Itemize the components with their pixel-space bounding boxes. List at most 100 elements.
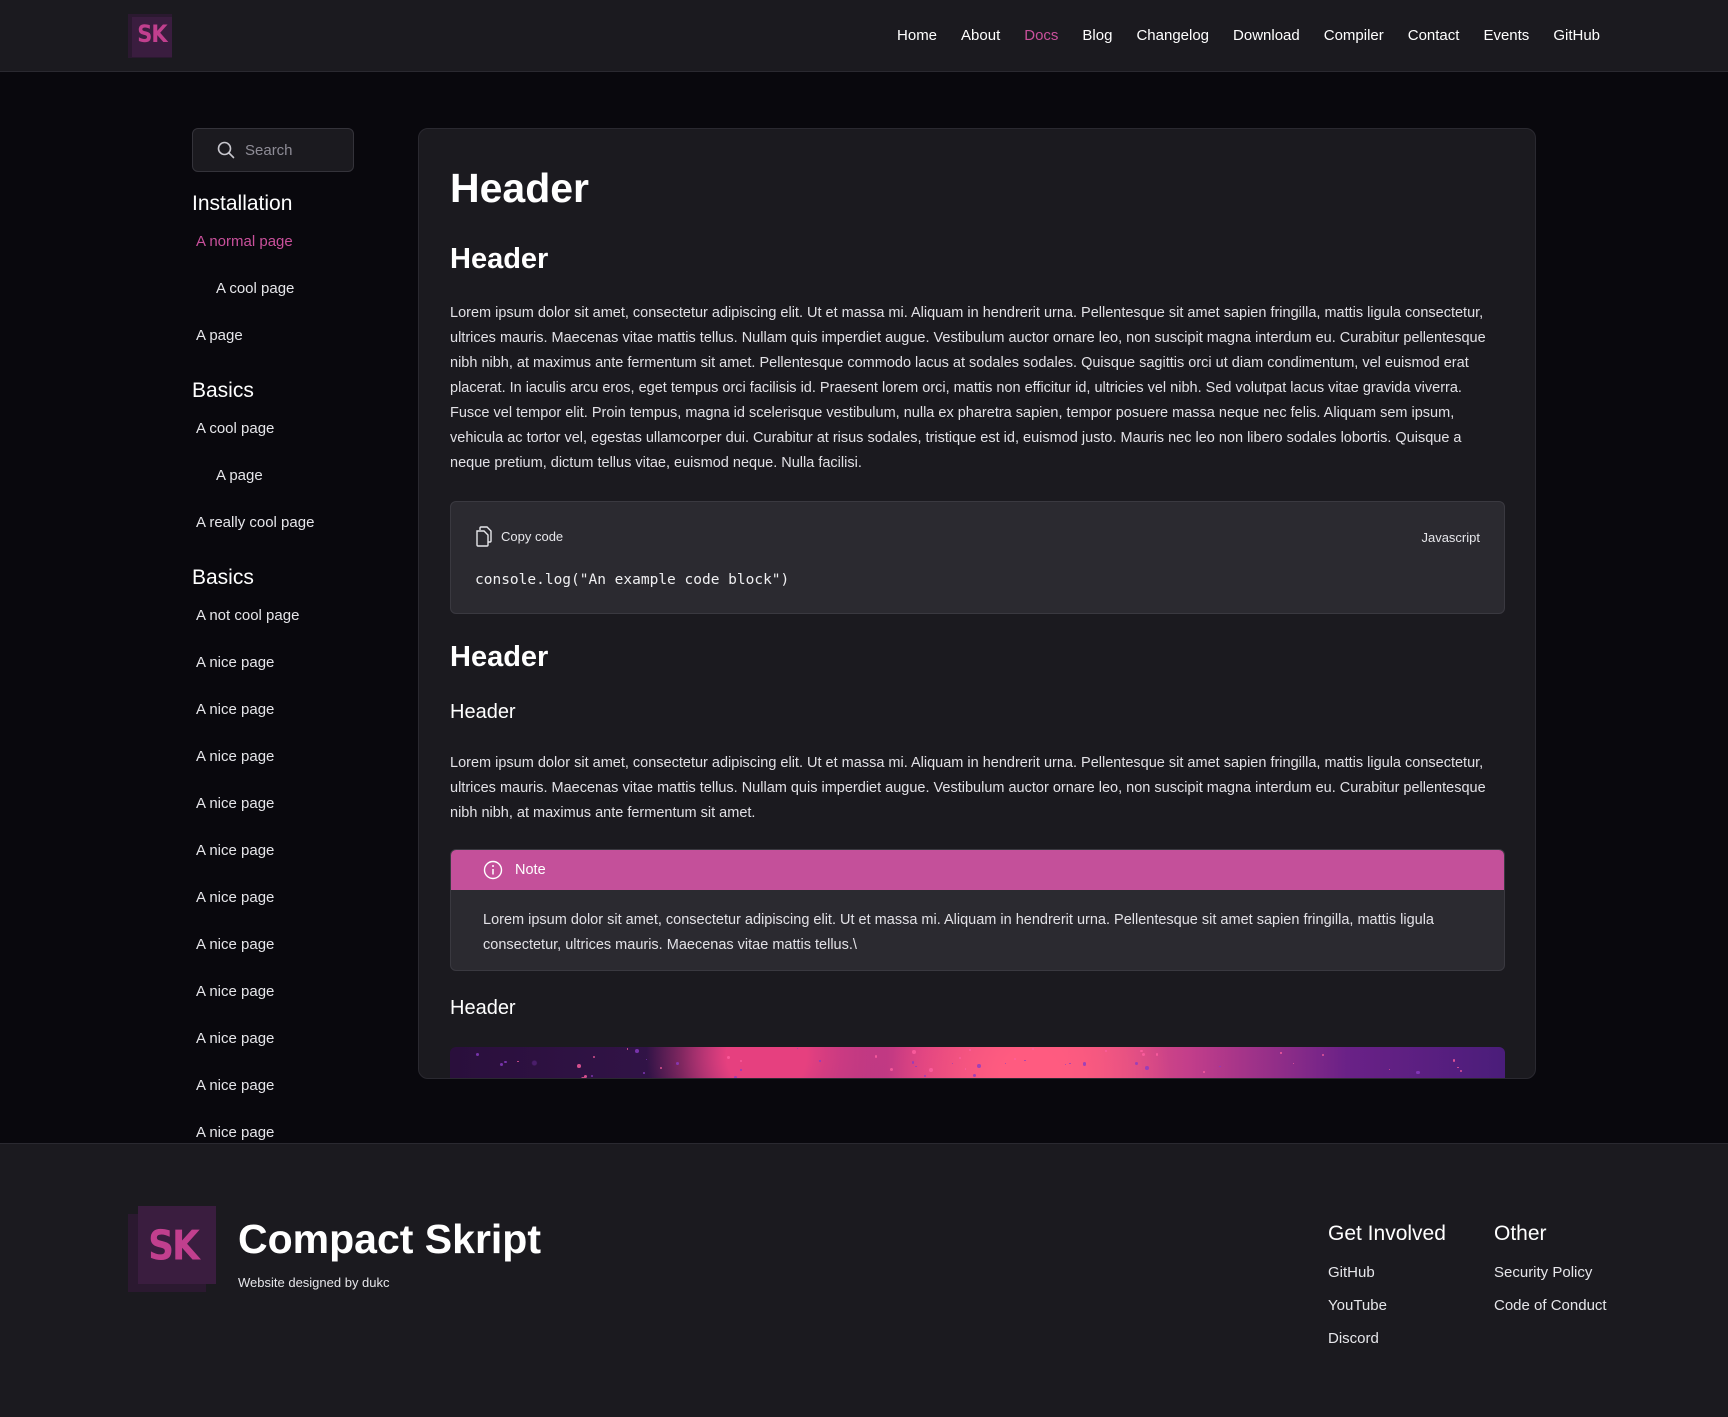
docs-sidebar: Search Installation A normal page A cool p… — [192, 128, 354, 1156]
banner-speck — [1083, 1062, 1087, 1066]
nav-link-blog[interactable]: Blog — [1082, 0, 1112, 72]
banner-speck — [1105, 1050, 1108, 1053]
nav-link-events[interactable]: Events — [1483, 0, 1529, 72]
sidebar-item[interactable]: A not cool page — [192, 592, 354, 639]
footer-link[interactable]: YouTube — [1328, 1289, 1446, 1322]
banner-speck — [733, 1076, 738, 1078]
search-input[interactable]: Search — [192, 128, 354, 172]
sidebar-item[interactable]: A nice page — [192, 686, 354, 733]
banner-speck — [1068, 1062, 1071, 1065]
sidebar-item[interactable]: A page — [192, 312, 354, 359]
banner-speck — [972, 1073, 976, 1078]
paragraph: Lorem ipsum dolor sit amet, consectetur … — [450, 305, 1486, 471]
sidebar-item[interactable]: A nice page — [192, 874, 354, 921]
footer-link[interactable]: Code of Conduct — [1494, 1289, 1607, 1322]
banner-speck — [959, 1056, 962, 1059]
logo[interactable]: SK — [128, 14, 174, 60]
top-navbar: SK Home About Docs Blog Changelog Download Com… — [0, 0, 1728, 72]
footer-logo: SK — [128, 1206, 216, 1294]
banner-speck — [475, 1052, 479, 1056]
banner-speck — [675, 1061, 679, 1065]
nav-link-github[interactable]: GitHub — [1553, 0, 1600, 72]
banner-speck — [1134, 1061, 1139, 1066]
banner-speck — [500, 1062, 504, 1066]
nav-link-compiler[interactable]: Compiler — [1324, 0, 1384, 72]
footer-link[interactable]: Security Policy — [1494, 1256, 1607, 1289]
sidebar-item[interactable]: A normal page — [192, 218, 354, 265]
banner-speck — [1459, 1070, 1462, 1073]
section-header: Header — [450, 641, 549, 673]
banner-speck — [915, 1066, 917, 1068]
nav-link-contact[interactable]: Contact — [1408, 0, 1460, 72]
copy-icon — [476, 526, 492, 547]
banner-speck — [740, 1069, 742, 1071]
footer-column-title: Other — [1494, 1222, 1547, 1245]
banner-speck — [1292, 1062, 1294, 1064]
banner-speck — [739, 1060, 742, 1063]
note-text: Lorem ipsum dolor sit amet, consectetur … — [483, 912, 1434, 953]
banner-speck — [1024, 1059, 1026, 1061]
code-language: Javascript — [1421, 530, 1480, 545]
copy-code-label: Copy code — [501, 529, 564, 544]
banner-speck — [912, 1049, 917, 1054]
sidebar-item[interactable]: A nice page — [192, 1015, 354, 1062]
nav-link-about[interactable]: About — [961, 0, 1000, 72]
banner-image — [450, 1047, 1505, 1078]
sidebar-group-title: Basics — [192, 566, 254, 589]
section-header: Header — [450, 243, 549, 275]
banner-speck — [819, 1060, 821, 1062]
sidebar-item[interactable]: A nice page — [192, 921, 354, 968]
sidebar-item[interactable]: A cool page — [192, 265, 354, 312]
banner-speck — [968, 1048, 971, 1051]
banner-speck — [504, 1061, 507, 1064]
paragraph: Lorem ipsum dolor sit amet, consectetur … — [450, 755, 1486, 821]
sidebar-item[interactable]: A page — [192, 452, 354, 499]
sidebar-groups: Installation A normal page A cool page A pa… — [192, 190, 354, 1156]
sidebar-group-title: Installation — [192, 192, 293, 215]
footer-link[interactable]: GitHub — [1328, 1256, 1446, 1289]
banner-speck — [1032, 1047, 1035, 1050]
sidebar-item[interactable]: A nice page — [192, 827, 354, 874]
banner-speck — [923, 1075, 926, 1078]
sidebar-item[interactable]: A nice page — [192, 639, 354, 686]
banner-speck — [951, 1062, 953, 1064]
banner-speck — [645, 1058, 647, 1060]
brand-name: Compact Skript — [238, 1216, 541, 1262]
sidebar-item[interactable]: A cool page — [192, 405, 354, 452]
banner-speck — [875, 1055, 878, 1058]
banner-speck — [1145, 1065, 1149, 1070]
banner-speck — [1416, 1070, 1420, 1074]
banner-speck — [1280, 1052, 1282, 1054]
sidebar-item[interactable]: A nice page — [192, 968, 354, 1015]
search-placeholder: Search — [245, 141, 293, 159]
info-icon — [483, 860, 503, 880]
banner-speck — [727, 1055, 731, 1060]
note-title: Note — [515, 862, 546, 878]
subsection-header: Header — [450, 701, 516, 723]
banner-speck — [964, 1068, 967, 1070]
banner-speck — [517, 1060, 519, 1063]
code-line: console.log("An example code block") — [475, 572, 790, 588]
footer-link[interactable]: Discord — [1328, 1322, 1446, 1355]
banner-speck — [797, 1048, 799, 1050]
banner-speck — [627, 1048, 629, 1050]
subsection-header: Header — [450, 997, 516, 1019]
nav-link-download[interactable]: Download — [1233, 0, 1300, 72]
nav-link-docs[interactable]: Docs — [1024, 0, 1058, 72]
nav-link-changelog[interactable]: Changelog — [1136, 0, 1209, 72]
nav-link-home[interactable]: Home — [897, 0, 937, 72]
banner-speck — [660, 1067, 663, 1069]
sidebar-item[interactable]: A really cool page — [192, 499, 354, 546]
sidebar-group-title: Basics — [192, 379, 254, 402]
sidebar-item[interactable]: A nice page — [192, 780, 354, 827]
banner-speck — [635, 1048, 639, 1053]
sidebar-item[interactable]: A nice page — [192, 733, 354, 780]
code-block: Copy code Javascript console.log("An exa… — [450, 501, 1505, 614]
note-callout: Note Lorem ipsum dolor sit amet, consect… — [450, 849, 1505, 971]
banner-speck — [643, 1071, 645, 1074]
sidebar-item[interactable]: A nice page — [192, 1062, 354, 1109]
banner-speck — [1219, 1065, 1221, 1068]
brand-tagline: Website designed by dukc — [238, 1275, 390, 1290]
banner-speck — [1065, 1063, 1067, 1066]
copy-code-button[interactable]: Copy code — [475, 526, 563, 547]
